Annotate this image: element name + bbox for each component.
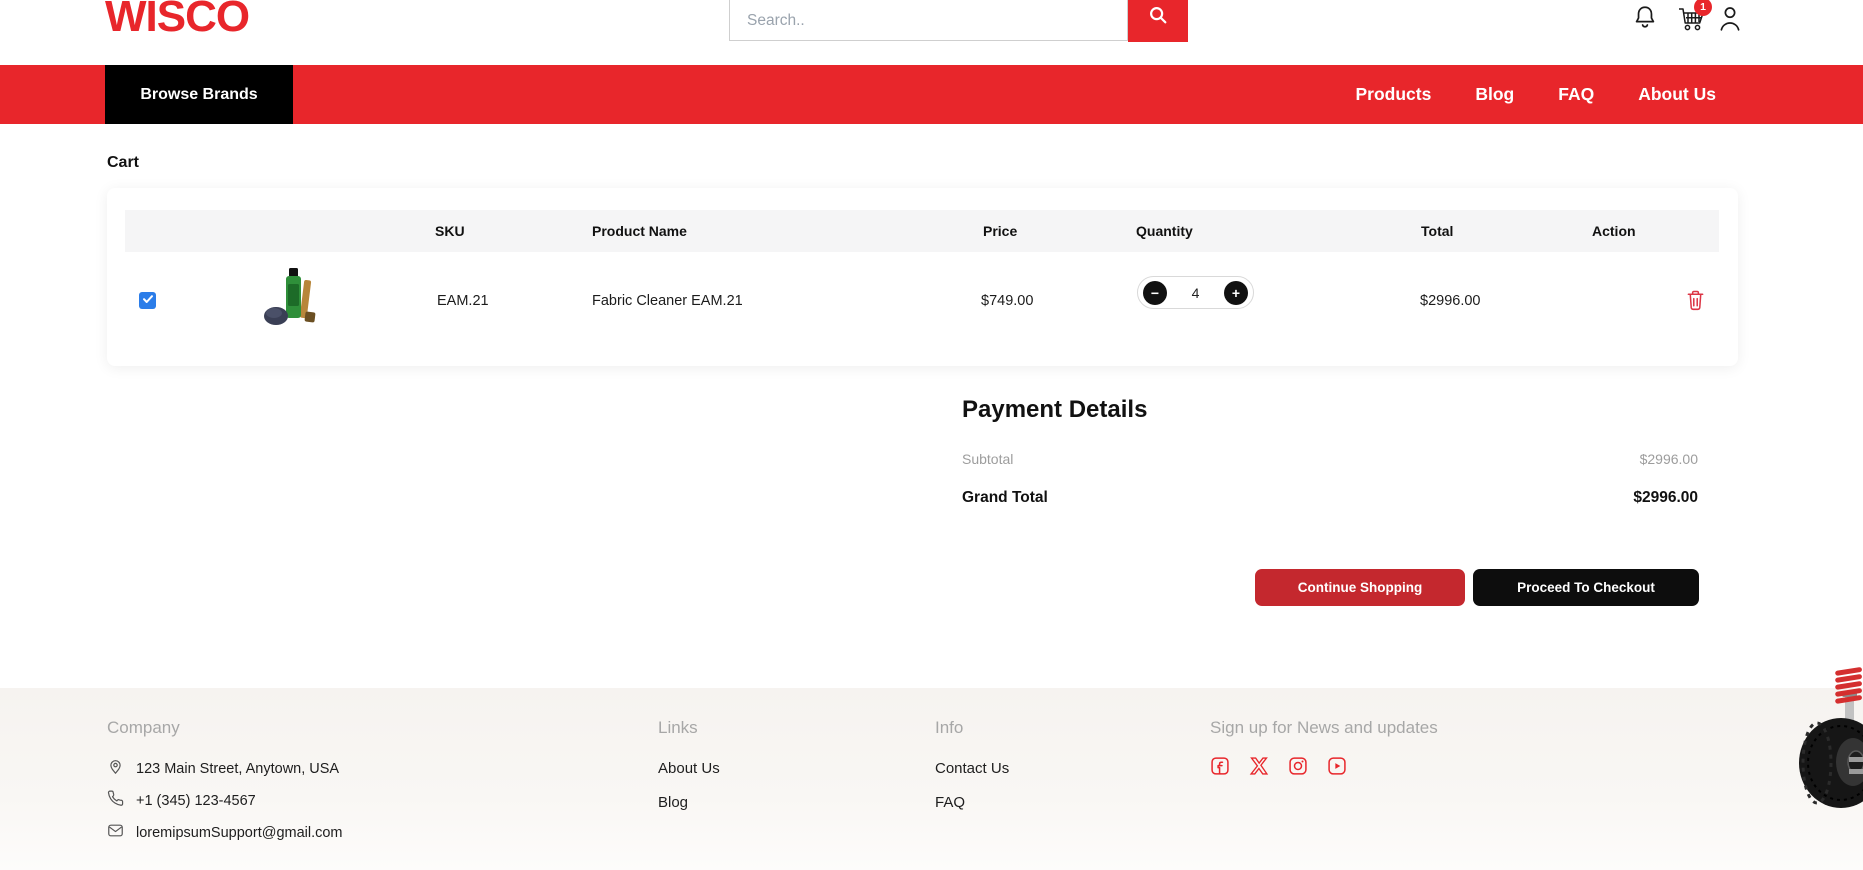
trash-icon <box>1686 299 1705 314</box>
account-button[interactable] <box>1717 4 1743 37</box>
cart-icon <box>1677 20 1707 37</box>
subtotal-label: Subtotal <box>962 451 1013 467</box>
quantity-decrease-button[interactable]: − <box>1143 281 1167 305</box>
browse-brands-button[interactable]: Browse Brands <box>105 65 293 124</box>
column-header-quantity: Quantity <box>1136 210 1193 252</box>
item-select-checkbox[interactable] <box>139 292 156 309</box>
youtube-icon <box>1327 764 1347 779</box>
tire-suspension-image <box>1799 665 1863 810</box>
footer-link-blog[interactable]: Blog <box>658 794 688 811</box>
user-icon <box>1717 19 1743 36</box>
instagram-icon <box>1288 764 1308 779</box>
column-header-action: Action <box>1592 210 1636 252</box>
delete-item-button[interactable] <box>1684 289 1706 313</box>
grand-total-value: $2996.00 <box>1633 489 1698 507</box>
phone-icon <box>107 790 124 811</box>
cart-button[interactable]: 1 <box>1677 5 1707 38</box>
footer-phone: +1 (345) 123-4567 <box>136 793 256 809</box>
facebook-button[interactable] <box>1210 756 1230 776</box>
footer: Company 123 Main Street, Anytown, USA +1… <box>0 688 1863 870</box>
cart-table-header <box>125 210 1719 252</box>
footer-address: 123 Main Street, Anytown, USA <box>136 761 339 777</box>
social-links <box>1210 756 1347 776</box>
quantity-stepper: − 4 + <box>1137 276 1254 309</box>
check-icon <box>142 292 154 310</box>
footer-company-title: Company <box>107 718 180 738</box>
quantity-value: 4 <box>1192 285 1200 301</box>
column-header-price: Price <box>983 210 1017 252</box>
footer-email-row: loremipsumSupport@gmail.com <box>107 822 343 843</box>
subtotal-value: $2996.00 <box>1640 451 1698 467</box>
x-icon <box>1249 764 1269 779</box>
column-header-total: Total <box>1421 210 1453 252</box>
cart-page: WISCO <box>0 0 1863 870</box>
footer-link-contact-us[interactable]: Contact Us <box>935 760 1009 777</box>
item-name[interactable]: Fabric Cleaner EAM.21 <box>592 293 743 309</box>
mail-icon <box>107 822 124 843</box>
column-header-name: Product Name <box>592 210 687 252</box>
continue-shopping-button[interactable]: Continue Shopping <box>1255 569 1465 606</box>
product-thumbnail[interactable] <box>262 264 324 332</box>
nav-link-products[interactable]: Products <box>1355 84 1431 105</box>
quantity-increase-button[interactable]: + <box>1224 281 1248 305</box>
search-input[interactable] <box>729 0 1128 41</box>
footer-link-faq[interactable]: FAQ <box>935 794 965 811</box>
map-pin-icon <box>107 758 124 779</box>
cart-count-badge: 1 <box>1694 0 1712 16</box>
search-icon <box>1147 4 1169 29</box>
footer-phone-row: +1 (345) 123-4567 <box>107 790 256 811</box>
payment-details-title: Payment Details <box>962 396 1147 424</box>
item-total: $2996.00 <box>1420 293 1480 309</box>
page-title: Cart <box>107 154 139 172</box>
footer-links-title: Links <box>658 718 698 738</box>
footer-address-row: 123 Main Street, Anytown, USA <box>107 758 339 779</box>
brand-logo[interactable]: WISCO <box>105 0 249 42</box>
bell-icon <box>1632 19 1658 36</box>
footer-info-title: Info <box>935 718 963 738</box>
grand-total-label: Grand Total <box>962 489 1048 507</box>
item-price: $749.00 <box>981 293 1033 309</box>
x-twitter-button[interactable] <box>1249 756 1269 776</box>
top-header: WISCO <box>0 0 1863 65</box>
footer-link-about-us[interactable]: About Us <box>658 760 720 777</box>
nav-link-about-us[interactable]: About Us <box>1638 84 1716 105</box>
facebook-icon <box>1210 764 1230 779</box>
notifications-button[interactable] <box>1632 4 1658 37</box>
youtube-button[interactable] <box>1327 756 1347 776</box>
nav-link-faq[interactable]: FAQ <box>1558 84 1594 105</box>
column-header-sku: SKU <box>435 210 465 252</box>
instagram-button[interactable] <box>1288 756 1308 776</box>
main-navbar: Browse Brands Products Blog FAQ About Us <box>0 65 1863 124</box>
proceed-to-checkout-button[interactable]: Proceed To Checkout <box>1473 569 1699 606</box>
footer-email: loremipsumSupport@gmail.com <box>136 825 343 841</box>
nav-links: Products Blog FAQ About Us <box>1355 65 1716 124</box>
footer-newsletter-title: Sign up for News and updates <box>1210 718 1438 738</box>
search-button[interactable] <box>1128 0 1188 42</box>
nav-link-blog[interactable]: Blog <box>1475 84 1514 105</box>
item-sku: EAM.21 <box>437 293 489 309</box>
